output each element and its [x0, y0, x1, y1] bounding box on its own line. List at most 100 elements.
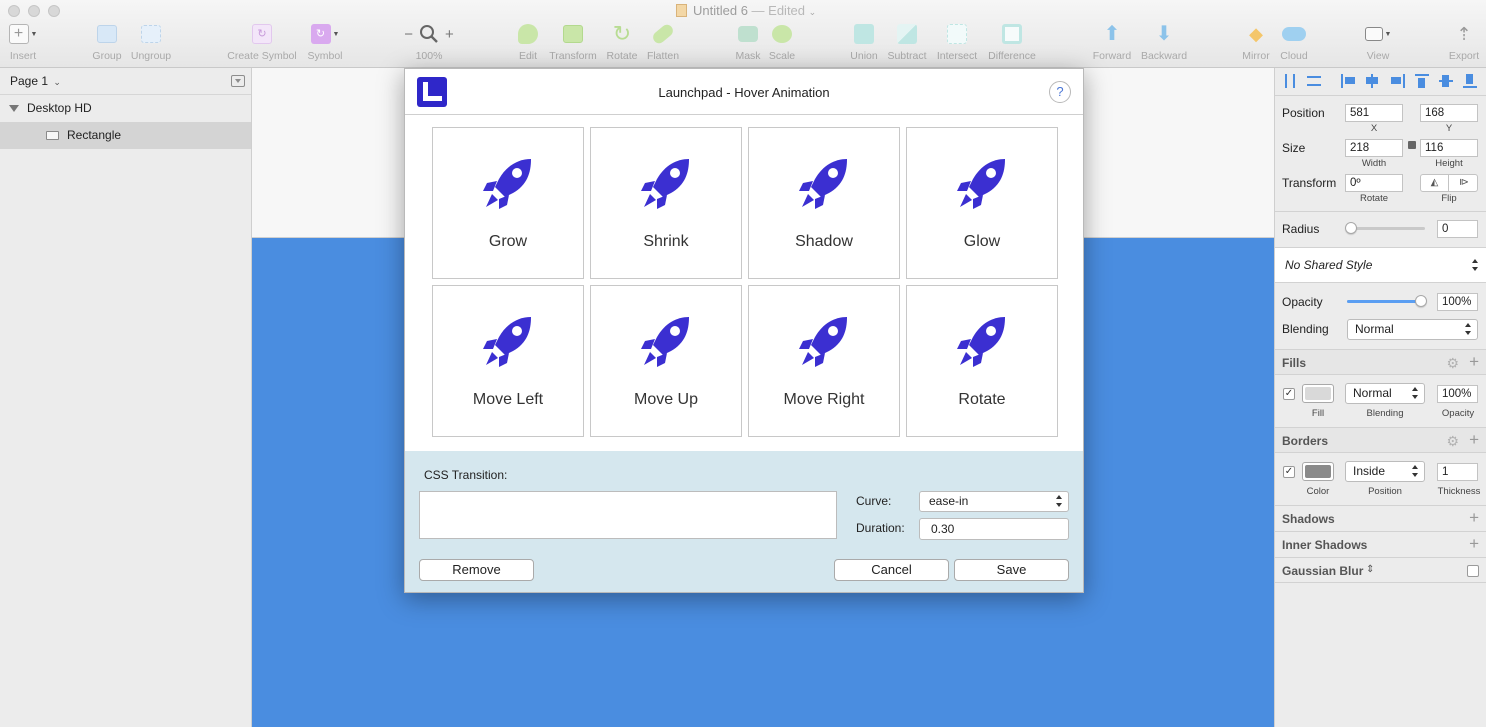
rotate-button[interactable]: ↻ Rotate	[602, 22, 642, 66]
gear-icon[interactable]: ⚙	[1446, 433, 1459, 449]
close-window-button[interactable]	[8, 5, 20, 17]
lock-icon[interactable]	[1408, 141, 1416, 149]
position-x-field[interactable]: 581	[1345, 104, 1403, 122]
animation-card-shrink[interactable]: Shrink	[590, 127, 742, 279]
height-field[interactable]: 116	[1420, 139, 1478, 157]
disclosure-triangle-icon[interactable]	[9, 105, 19, 112]
animation-card-move-left[interactable]: Move Left	[432, 285, 584, 437]
remove-button[interactable]: Remove	[419, 559, 534, 581]
gear-icon[interactable]: ⚙	[1446, 355, 1459, 371]
shared-style-select[interactable]: No Shared Style	[1275, 248, 1486, 282]
align-top-icon[interactable]	[1415, 74, 1429, 88]
mirror-button[interactable]: ◆ Mirror	[1238, 22, 1274, 66]
animation-card-glow[interactable]: Glow	[906, 127, 1058, 279]
symbol-button[interactable]: ↻ ▼ Symbol	[304, 22, 346, 66]
window-title: Untitled 6 — Edited ⌄	[676, 3, 816, 18]
help-button[interactable]: ?	[1049, 81, 1071, 103]
gaussian-blur-section-header[interactable]: Gaussian Blur ⇕	[1275, 557, 1486, 583]
add-fill-button[interactable]: +	[1469, 353, 1479, 371]
border-enabled-checkbox[interactable]: ✓	[1283, 466, 1295, 478]
ungroup-button[interactable]: Ungroup	[128, 22, 174, 66]
union-button[interactable]: Union	[846, 22, 882, 66]
insert-button[interactable]: + ▼ Insert	[6, 22, 40, 66]
fill-color	[1305, 387, 1331, 400]
border-position-select[interactable]: Inside	[1345, 461, 1425, 482]
shadows-section-header[interactable]: Shadows +	[1275, 505, 1486, 531]
position-y-field[interactable]: 168	[1420, 104, 1478, 122]
rocket-icon	[641, 317, 689, 367]
flatten-button[interactable]: Flatten	[644, 22, 682, 66]
chevron-down-icon[interactable]: ⌄	[809, 7, 817, 17]
fill-opacity-field[interactable]: 100%	[1437, 385, 1478, 403]
export-button[interactable]: ⇡ Export	[1444, 22, 1484, 66]
scale-button[interactable]: Scale	[766, 22, 798, 66]
animation-card-move-right[interactable]: Move Right	[748, 285, 900, 437]
layer-rectangle[interactable]: Rectangle	[0, 122, 251, 149]
animation-card-grow[interactable]: Grow	[432, 127, 584, 279]
animation-card-label: Glow	[963, 233, 1001, 250]
fill-color-swatch[interactable]	[1302, 384, 1334, 403]
zoom-out-button[interactable]: −	[404, 26, 413, 43]
inner-shadows-title: Inner Shadows	[1282, 538, 1368, 552]
backward-button[interactable]: ⬇ Backward	[1138, 22, 1190, 66]
minimize-window-button[interactable]	[28, 5, 40, 17]
rotate-field[interactable]: 0º	[1345, 174, 1403, 192]
toggle-pages-icon[interactable]	[231, 75, 245, 87]
cloud-button[interactable]: Cloud	[1276, 22, 1312, 66]
flip-horizontal-icon[interactable]: ◭	[1421, 175, 1449, 191]
add-border-button[interactable]: +	[1469, 431, 1479, 449]
create-symbol-button[interactable]: ↻ Create Symbol	[224, 22, 300, 66]
difference-button[interactable]: Difference	[984, 22, 1040, 66]
align-bottom-icon[interactable]	[1463, 74, 1477, 88]
layer-artboard[interactable]: Desktop HD	[0, 95, 251, 122]
border-thickness-field[interactable]: 1	[1437, 463, 1478, 481]
forward-button[interactable]: ⬆ Forward	[1090, 22, 1134, 66]
inner-shadows-section-header[interactable]: Inner Shadows +	[1275, 531, 1486, 557]
gaussian-blur-checkbox[interactable]	[1467, 565, 1479, 577]
border-color-swatch[interactable]	[1302, 462, 1334, 481]
radius-slider-knob[interactable]	[1345, 222, 1357, 234]
add-shadow-button[interactable]: +	[1469, 509, 1479, 527]
flip-vertical-icon[interactable]: ⧐	[1450, 175, 1478, 191]
animation-card-move-up[interactable]: Move Up	[590, 285, 742, 437]
view-button[interactable]: ▼ View	[1360, 22, 1396, 66]
subtract-button[interactable]: Subtract	[884, 22, 930, 66]
zoom-control: − + 100%	[398, 22, 460, 66]
animation-card-shadow[interactable]: Shadow	[748, 127, 900, 279]
cancel-button[interactable]: Cancel	[834, 559, 949, 581]
radius-slider[interactable]	[1347, 227, 1425, 230]
align-middle-vertical-icon[interactable]	[1439, 74, 1453, 88]
save-button[interactable]: Save	[954, 559, 1069, 581]
mask-button[interactable]: Mask	[732, 22, 764, 66]
edit-button[interactable]: Edit	[512, 22, 544, 66]
fill-blending-select[interactable]: Normal	[1345, 383, 1425, 404]
fill-enabled-checkbox[interactable]: ✓	[1283, 388, 1295, 400]
duration-input[interactable]: 0.30	[919, 518, 1069, 540]
animation-card-label: Shadow	[795, 233, 853, 250]
align-left-icon[interactable]	[1341, 74, 1355, 88]
animation-card-label: Shrink	[643, 233, 689, 250]
opacity-field[interactable]: 100%	[1437, 293, 1478, 311]
align-right-icon[interactable]	[1391, 74, 1405, 88]
css-transition-input[interactable]	[419, 491, 837, 539]
transform-button[interactable]: Transform	[546, 22, 600, 66]
curve-select[interactable]: ease-in	[919, 491, 1069, 512]
opacity-slider[interactable]	[1347, 300, 1423, 303]
width-field[interactable]: 218	[1345, 139, 1403, 157]
add-inner-shadow-button[interactable]: +	[1469, 535, 1479, 553]
intersect-button[interactable]: Intersect	[932, 22, 982, 66]
distribute-vertical-icon[interactable]	[1307, 76, 1321, 86]
zoom-window-button[interactable]	[48, 5, 60, 17]
group-button[interactable]: Group	[90, 22, 124, 66]
radius-field[interactable]: 0	[1437, 220, 1478, 238]
updown-arrows-icon[interactable]: ⇕	[1366, 564, 1374, 575]
mirror-label: Mirror	[1242, 50, 1270, 62]
zoom-in-button[interactable]: +	[445, 26, 454, 43]
fill-blending-value: Normal	[1353, 386, 1392, 400]
blending-select[interactable]: Normal	[1347, 319, 1478, 340]
animation-card-rotate[interactable]: Rotate	[906, 285, 1058, 437]
opacity-slider-knob[interactable]	[1415, 295, 1427, 307]
page-selector[interactable]: Page 1 ⌄	[10, 74, 61, 88]
distribute-horizontal-icon[interactable]	[1285, 74, 1295, 88]
align-center-horizontal-icon[interactable]	[1365, 74, 1379, 88]
